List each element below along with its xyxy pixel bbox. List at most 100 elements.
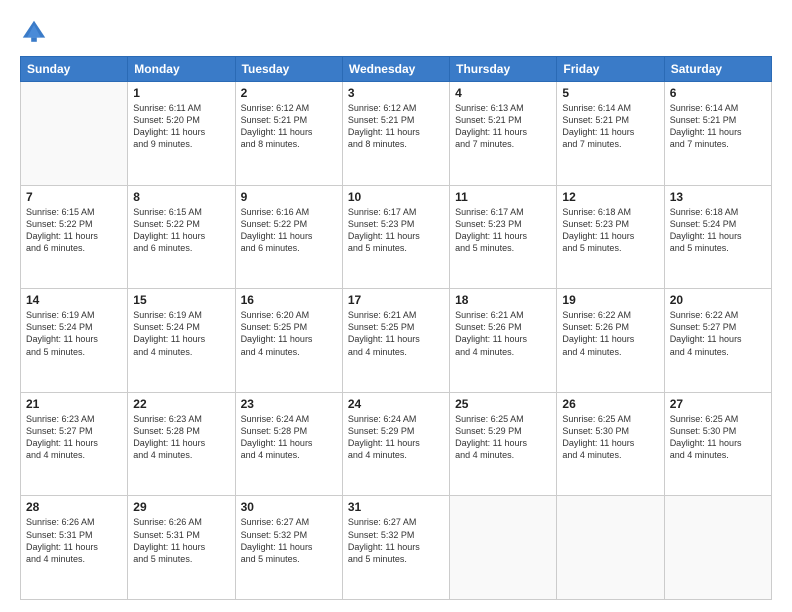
day-cell: 1 Sunrise: 6:11 AM Sunset: 5:20 PM Daylig…	[128, 82, 235, 186]
day-info: Sunrise: 6:15 AM Sunset: 5:22 PM Dayligh…	[26, 206, 122, 255]
day-cell: 31 Sunrise: 6:27 AM Sunset: 5:32 PM Dayli…	[342, 496, 449, 600]
page: Sunday Monday Tuesday Wednesday Thursday…	[0, 0, 792, 612]
day-info: Sunrise: 6:19 AM Sunset: 5:24 PM Dayligh…	[133, 309, 229, 358]
day-number: 30	[241, 500, 337, 514]
day-cell: 14Sunrise: 6:19 AM Sunset: 5:24 PM Dayli…	[21, 289, 128, 393]
day-cell: 25 Sunrise: 6:25 AM Sunset: 5:29 PM Dayli…	[450, 392, 557, 496]
day-number: 22	[133, 397, 229, 411]
day-number: 6	[670, 86, 766, 100]
day-number: 5	[562, 86, 658, 100]
logo-icon	[20, 18, 48, 46]
day-cell: 21Sunrise: 6:23 AM Sunset: 5:27 PM Dayli…	[21, 392, 128, 496]
col-sunday: Sunday	[21, 57, 128, 82]
day-cell	[21, 82, 128, 186]
day-info: Sunrise: 6:22 AM Sunset: 5:27 PM Dayligh…	[670, 309, 766, 358]
day-number: 11	[455, 190, 551, 204]
day-cell: 8Sunrise: 6:15 AM Sunset: 5:22 PM Daylig…	[128, 185, 235, 289]
day-info: Sunrise: 6:27 AM Sunset: 5:32 PM Dayligh…	[241, 516, 337, 565]
day-cell: 4 Sunrise: 6:13 AM Sunset: 5:21 PM Daylig…	[450, 82, 557, 186]
day-info: Sunrise: 6:20 AM Sunset: 5:25 PM Dayligh…	[241, 309, 337, 358]
day-number: 24	[348, 397, 444, 411]
day-number: 9	[241, 190, 337, 204]
day-cell	[664, 496, 771, 600]
day-cell: 5 Sunrise: 6:14 AM Sunset: 5:21 PM Daylig…	[557, 82, 664, 186]
day-number: 26	[562, 397, 658, 411]
day-info: Sunrise: 6:13 AM Sunset: 5:21 PM Dayligh…	[455, 102, 551, 151]
day-number: 18	[455, 293, 551, 307]
col-wednesday: Wednesday	[342, 57, 449, 82]
day-cell: 11 Sunrise: 6:17 AM Sunset: 5:23 PM Dayli…	[450, 185, 557, 289]
day-number: 28	[26, 500, 122, 514]
day-info: Sunrise: 6:12 AM Sunset: 5:21 PM Dayligh…	[348, 102, 444, 151]
day-cell	[557, 496, 664, 600]
day-info: Sunrise: 6:18 AM Sunset: 5:24 PM Dayligh…	[670, 206, 766, 255]
day-number: 29	[133, 500, 229, 514]
day-cell: 17Sunrise: 6:21 AM Sunset: 5:25 PM Dayli…	[342, 289, 449, 393]
calendar-header-row: Sunday Monday Tuesday Wednesday Thursday…	[21, 57, 772, 82]
day-cell: 18 Sunrise: 6:21 AM Sunset: 5:26 PM Dayli…	[450, 289, 557, 393]
day-number: 3	[348, 86, 444, 100]
day-info: Sunrise: 6:22 AM Sunset: 5:26 PM Dayligh…	[562, 309, 658, 358]
col-friday: Friday	[557, 57, 664, 82]
day-number: 15	[133, 293, 229, 307]
day-number: 10	[348, 190, 444, 204]
day-info: Sunrise: 6:15 AM Sunset: 5:22 PM Dayligh…	[133, 206, 229, 255]
day-info: Sunrise: 6:14 AM Sunset: 5:21 PM Dayligh…	[562, 102, 658, 151]
day-cell: 28 Sunrise: 6:26 AM Sunset: 5:31 PM Dayli…	[21, 496, 128, 600]
day-number: 14	[26, 293, 122, 307]
day-number: 7	[26, 190, 122, 204]
day-info: Sunrise: 6:17 AM Sunset: 5:23 PM Dayligh…	[348, 206, 444, 255]
day-info: Sunrise: 6:21 AM Sunset: 5:26 PM Dayligh…	[455, 309, 551, 358]
day-number: 23	[241, 397, 337, 411]
day-info: Sunrise: 6:14 AM Sunset: 5:21 PM Dayligh…	[670, 102, 766, 151]
logo	[20, 18, 52, 46]
day-number: 17	[348, 293, 444, 307]
day-cell: 26 Sunrise: 6:25 AM Sunset: 5:30 PM Dayli…	[557, 392, 664, 496]
col-thursday: Thursday	[450, 57, 557, 82]
day-number: 13	[670, 190, 766, 204]
day-cell: 6 Sunrise: 6:14 AM Sunset: 5:21 PM Daylig…	[664, 82, 771, 186]
day-cell: 23 Sunrise: 6:24 AM Sunset: 5:28 PM Dayli…	[235, 392, 342, 496]
day-info: Sunrise: 6:24 AM Sunset: 5:28 PM Dayligh…	[241, 413, 337, 462]
day-number: 4	[455, 86, 551, 100]
day-info: Sunrise: 6:26 AM Sunset: 5:31 PM Dayligh…	[26, 516, 122, 565]
day-info: Sunrise: 6:27 AM Sunset: 5:32 PM Dayligh…	[348, 516, 444, 565]
day-number: 31	[348, 500, 444, 514]
day-number: 19	[562, 293, 658, 307]
day-number: 2	[241, 86, 337, 100]
week-row-5: 28 Sunrise: 6:26 AM Sunset: 5:31 PM Dayli…	[21, 496, 772, 600]
day-cell: 27 Sunrise: 6:25 AM Sunset: 5:30 PM Dayli…	[664, 392, 771, 496]
day-info: Sunrise: 6:11 AM Sunset: 5:20 PM Dayligh…	[133, 102, 229, 151]
day-number: 25	[455, 397, 551, 411]
day-info: Sunrise: 6:12 AM Sunset: 5:21 PM Dayligh…	[241, 102, 337, 151]
day-cell: 22 Sunrise: 6:23 AM Sunset: 5:28 PM Dayli…	[128, 392, 235, 496]
day-info: Sunrise: 6:18 AM Sunset: 5:23 PM Dayligh…	[562, 206, 658, 255]
day-number: 1	[133, 86, 229, 100]
day-cell: 3 Sunrise: 6:12 AM Sunset: 5:21 PM Daylig…	[342, 82, 449, 186]
day-cell: 16Sunrise: 6:20 AM Sunset: 5:25 PM Dayli…	[235, 289, 342, 393]
day-info: Sunrise: 6:25 AM Sunset: 5:29 PM Dayligh…	[455, 413, 551, 462]
col-monday: Monday	[128, 57, 235, 82]
week-row-2: 7 Sunrise: 6:15 AM Sunset: 5:22 PM Daylig…	[21, 185, 772, 289]
day-cell: 7 Sunrise: 6:15 AM Sunset: 5:22 PM Daylig…	[21, 185, 128, 289]
col-tuesday: Tuesday	[235, 57, 342, 82]
day-info: Sunrise: 6:26 AM Sunset: 5:31 PM Dayligh…	[133, 516, 229, 565]
day-cell: 20 Sunrise: 6:22 AM Sunset: 5:27 PM Dayli…	[664, 289, 771, 393]
col-saturday: Saturday	[664, 57, 771, 82]
day-number: 27	[670, 397, 766, 411]
day-info: Sunrise: 6:17 AM Sunset: 5:23 PM Dayligh…	[455, 206, 551, 255]
day-info: Sunrise: 6:25 AM Sunset: 5:30 PM Dayligh…	[562, 413, 658, 462]
day-cell: 15 Sunrise: 6:19 AM Sunset: 5:24 PM Dayli…	[128, 289, 235, 393]
day-cell: 19 Sunrise: 6:22 AM Sunset: 5:26 PM Dayli…	[557, 289, 664, 393]
day-cell: 29 Sunrise: 6:26 AM Sunset: 5:31 PM Dayli…	[128, 496, 235, 600]
day-cell: 24 Sunrise: 6:24 AM Sunset: 5:29 PM Dayli…	[342, 392, 449, 496]
day-info: Sunrise: 6:23 AM Sunset: 5:28 PM Dayligh…	[133, 413, 229, 462]
calendar-table: Sunday Monday Tuesday Wednesday Thursday…	[20, 56, 772, 600]
day-info: Sunrise: 6:24 AM Sunset: 5:29 PM Dayligh…	[348, 413, 444, 462]
week-row-3: 14 Sunrise: 6:19 AM Sunset: 5:24 PM Dayli…	[21, 289, 772, 393]
day-info: Sunrise: 6:25 AM Sunset: 5:30 PM Dayligh…	[670, 413, 766, 462]
day-number: 20	[670, 293, 766, 307]
day-info: Sunrise: 6:16 AM Sunset: 5:22 PM Dayligh…	[241, 206, 337, 255]
day-cell	[450, 496, 557, 600]
day-cell: 10 Sunrise: 6:17 AM Sunset: 5:23 PM Dayli…	[342, 185, 449, 289]
